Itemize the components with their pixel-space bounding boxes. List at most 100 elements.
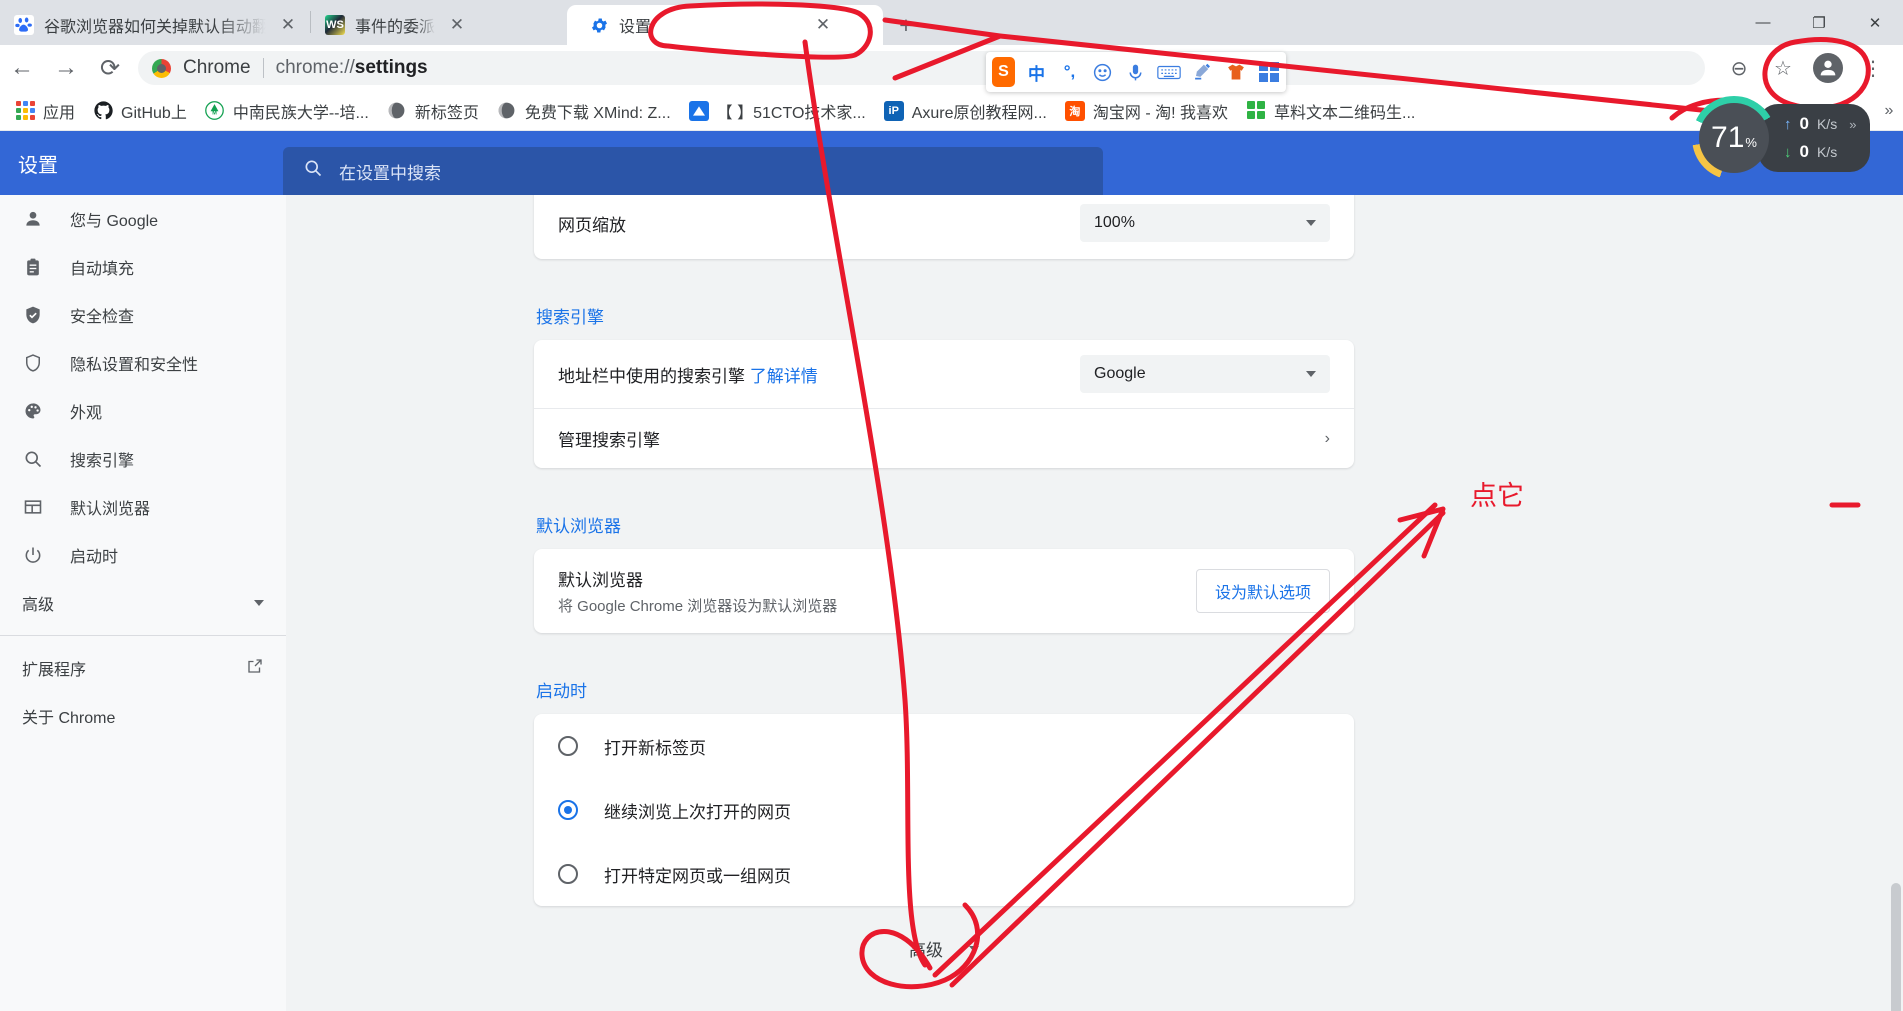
omnibox-site-label: Chrome — [183, 57, 251, 78]
sidebar-item-autofill[interactable]: 自动填充 — [0, 243, 286, 291]
gear-icon — [589, 15, 609, 35]
startup-option-new-tab[interactable]: 打开新标签页 — [534, 714, 1354, 778]
bookmark-51cto[interactable]: 【 】51CTO技术家... — [680, 94, 875, 128]
page-scrollbar[interactable] — [1889, 327, 1903, 1011]
sidebar-item-you-and-google[interactable]: 您与 Google — [0, 195, 286, 243]
upload-speed-row: ↑ 0 K/s » — [1784, 110, 1856, 138]
bookmark-star-icon[interactable]: ☆ — [1761, 46, 1805, 90]
close-window-button[interactable]: ✕ — [1847, 0, 1903, 45]
startup-card: 打开新标签页 继续浏览上次打开的网页 打开特定网页或一组网页 — [534, 714, 1354, 906]
sidebar-item-on-startup[interactable]: 启动时 — [0, 531, 286, 579]
forward-icon[interactable]: → — [44, 46, 88, 90]
cli-qr-icon — [1246, 100, 1266, 121]
sidebar-item-extensions[interactable]: 扩展程序 — [0, 644, 286, 692]
download-speed-row: ↓ 0 K/s — [1784, 138, 1856, 166]
download-speed-value: 0 — [1799, 142, 1809, 161]
new-tab-button[interactable]: + — [889, 8, 923, 42]
browser-tab-active[interactable]: 设置 ✕ — [567, 5, 883, 45]
minimize-button[interactable]: — — [1735, 0, 1791, 45]
toolbox-grid-icon[interactable] — [1257, 57, 1280, 87]
emoji-icon[interactable] — [1091, 57, 1114, 87]
bookmark-label: 新标签页 — [414, 104, 479, 122]
radio-icon[interactable] — [558, 864, 578, 884]
startup-option-continue[interactable]: 继续浏览上次打开的网页 — [534, 778, 1354, 842]
make-default-button[interactable]: 设为默认选项 — [1195, 569, 1330, 613]
manage-search-engines-row[interactable]: 管理搜索引擎 › — [534, 408, 1354, 468]
bookmark-label: Axure原创教程网... — [911, 104, 1047, 122]
network-speed-widget[interactable]: 71 % ↑ 0 K/s » ↓ 0 K/s — [1692, 96, 1871, 180]
avatar[interactable] — [1813, 53, 1843, 83]
punctuation-icon[interactable]: °, — [1058, 57, 1081, 87]
sidebar-item-search-engine[interactable]: 搜索引擎 — [0, 435, 286, 483]
sidebar-item-default-browser[interactable]: 默认浏览器 — [0, 483, 286, 531]
advanced-expand-button[interactable]: 高级 — [534, 926, 1354, 991]
bookmark-apps[interactable]: 应用 — [6, 94, 84, 128]
bookmark-taobao[interactable]: 淘 淘宝网 - 淘! 我喜欢 — [1056, 94, 1237, 128]
sidebar-item-label: 您与 Google — [70, 213, 159, 230]
microphone-icon[interactable] — [1124, 57, 1147, 87]
browser-tab[interactable]: 谷歌浏览器如何关掉默认自动翻译 ✕ — [0, 5, 310, 45]
page-zoom-row: 网页缩放 100% — [534, 195, 1354, 259]
sidebar-advanced-toggle[interactable]: 高级 — [0, 579, 286, 627]
bookmark-newtab[interactable]: 新标签页 — [378, 94, 488, 128]
sidebar-about-label: 关于 Chrome — [22, 710, 116, 727]
download-speed-unit: K/s — [1816, 144, 1838, 160]
expand-icon[interactable]: » — [1849, 117, 1856, 132]
address-bar[interactable]: Chrome chrome://settings — [138, 51, 1705, 85]
arrow-up-icon: ↑ — [1784, 115, 1792, 133]
power-icon — [22, 545, 44, 565]
radio-icon-selected[interactable] — [558, 800, 578, 820]
bookmarks-overflow-icon[interactable]: » — [1875, 102, 1903, 120]
taobao-icon: 淘 — [1064, 100, 1085, 121]
sidebar-item-label: 启动时 — [70, 549, 119, 566]
toolbar-right-actions: ⊖ ☆ ⋮ — [1717, 46, 1903, 90]
bookmark-axure[interactable]: iP Axure原创教程网... — [875, 94, 1056, 128]
back-icon[interactable]: ← — [0, 46, 44, 90]
search-input[interactable]: 在设置中搜索 — [283, 147, 1103, 195]
omnibox-divider — [262, 58, 264, 78]
handwriting-icon[interactable] — [1191, 57, 1214, 87]
svg-text:M: M — [213, 110, 218, 116]
tab-close-icon[interactable]: ✕ — [276, 13, 300, 37]
chevron-down-icon — [1306, 371, 1316, 377]
globe-icon — [497, 101, 517, 121]
sidebar-divider — [0, 635, 286, 636]
sidebar-item-appearance[interactable]: 外观 — [0, 387, 286, 435]
github-icon — [93, 101, 113, 121]
tab-close-icon[interactable]: ✕ — [811, 13, 835, 37]
default-browser-text: 默认浏览器 将 Google Chrome 浏览器设为默认浏览器 — [558, 566, 837, 616]
zoom-out-icon[interactable]: ⊖ — [1717, 46, 1761, 90]
page-title: 设置 — [18, 154, 58, 177]
bookmark-label: 应用 — [43, 104, 76, 122]
learn-more-link[interactable]: 了解详情 — [750, 367, 818, 386]
sidebar-item-about-chrome[interactable]: 关于 Chrome — [0, 692, 286, 740]
chevron-right-icon: › — [1324, 429, 1330, 447]
axure-icon: iP — [883, 100, 904, 121]
startup-option-specific-pages[interactable]: 打开特定网页或一组网页 — [534, 842, 1354, 906]
keyboard-icon[interactable] — [1157, 57, 1181, 87]
sidebar-item-privacy-security[interactable]: 隐私设置和安全性 — [0, 339, 286, 387]
chinese-mode-icon[interactable]: 中 — [1025, 57, 1048, 87]
search-engine-select[interactable]: Google — [1080, 355, 1330, 393]
bookmark-github[interactable]: GitHub上 — [84, 94, 196, 128]
reload-icon[interactable]: ⟳ — [88, 46, 132, 90]
maximize-button[interactable]: ❐ — [1791, 0, 1847, 45]
sogou-logo-icon[interactable]: S — [992, 57, 1015, 87]
search-engine-value: Google — [1094, 365, 1146, 382]
tab-close-icon[interactable]: ✕ — [445, 13, 469, 37]
browser-tab[interactable]: WS 事件的委派 ✕ — [311, 5, 567, 45]
radio-icon[interactable] — [558, 736, 578, 756]
bookmark-scuec[interactable]: M 中南民族大学--培... — [196, 94, 378, 128]
bookmark-xmind[interactable]: 免费下载 XMind: Z... — [488, 94, 680, 128]
scrollbar-thumb[interactable] — [1891, 883, 1901, 1011]
sidebar-extensions-label: 扩展程序 — [22, 662, 87, 679]
browser-window-icon — [22, 497, 44, 517]
sidebar-item-safety-check[interactable]: 安全检查 — [0, 291, 286, 339]
bookmark-cli-qr[interactable]: 草料文本二维码生... — [1237, 94, 1424, 128]
default-browser-label: 默认浏览器 — [558, 571, 643, 590]
bookmark-label: GitHub上 — [121, 104, 187, 122]
chrome-menu-icon[interactable]: ⋮ — [1851, 46, 1895, 90]
sidebar-item-label: 隐私设置和安全性 — [70, 357, 199, 374]
skin-icon[interactable] — [1224, 57, 1247, 87]
page-zoom-select[interactable]: 100% — [1080, 204, 1330, 242]
